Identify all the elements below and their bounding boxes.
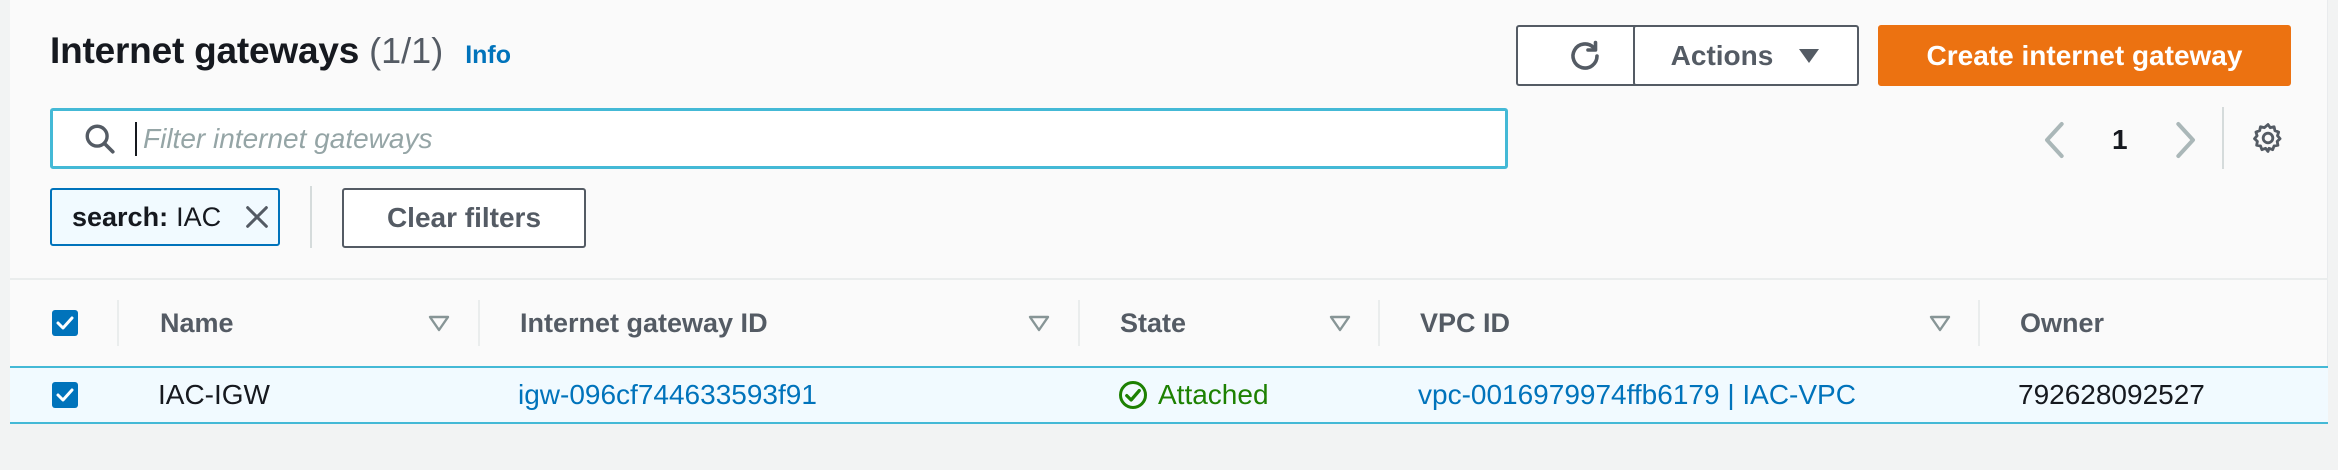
checkmark-icon [56, 316, 74, 330]
filter-search-box[interactable] [50, 108, 1508, 169]
column-divider[interactable] [478, 300, 480, 346]
cell-state: Attached [1118, 368, 1269, 422]
right-gutter [2327, 0, 2338, 470]
column-header-name[interactable]: Name [160, 280, 460, 366]
checkmark-icon [56, 388, 74, 402]
gear-icon[interactable] [2251, 121, 2285, 155]
chevron-left-icon[interactable] [2040, 120, 2070, 160]
page-title: Internet gateways [50, 30, 360, 71]
sort-caret-icon [1329, 315, 1351, 332]
refresh-icon [1571, 40, 1599, 70]
column-header-vpc-id[interactable]: VPC ID [1420, 280, 1980, 366]
column-label: Owner [2020, 307, 2105, 338]
column-divider[interactable] [1378, 300, 1380, 346]
table-row[interactable]: IAC-IGW igw-096cf744633593f91 Attached v… [10, 366, 2328, 424]
sort-caret-icon [1929, 315, 1951, 332]
cell-owner: 792628092527 [2018, 379, 2205, 410]
column-divider[interactable] [117, 300, 119, 346]
search-icon [85, 124, 115, 154]
internet-gateways-page: Internet gateways (1/1) Info Actions Cre… [0, 0, 2338, 470]
table-footer-area [10, 424, 2328, 470]
actions-label: Actions [1670, 39, 1774, 71]
close-icon[interactable] [243, 203, 271, 231]
select-all-checkbox[interactable] [52, 310, 78, 336]
cell-name: IAC-IGW [158, 379, 270, 410]
filter-token-value: IAC [176, 201, 222, 232]
column-label: State [1120, 307, 1187, 338]
column-header-state[interactable]: State [1120, 280, 1360, 366]
column-divider[interactable] [1978, 300, 1980, 346]
pagination: 1 [2040, 112, 2200, 167]
create-internet-gateway-button[interactable]: Create internet gateway [1878, 25, 2291, 86]
table-header: Name Internet gateway ID State VPC ID Ow [10, 280, 2328, 366]
row-checkbox[interactable] [52, 382, 78, 408]
status-success-icon [1119, 381, 1147, 409]
column-header-owner[interactable]: Owner [2020, 280, 2320, 366]
page-header: Internet gateways (1/1) Info [50, 30, 511, 72]
column-divider[interactable] [1078, 300, 1080, 346]
column-label: Name [160, 307, 234, 338]
state-text: Attached [1158, 379, 1269, 410]
info-link[interactable]: Info [465, 41, 511, 70]
pagination-divider [2222, 107, 2224, 169]
current-page-number[interactable]: 1 [2112, 124, 2128, 156]
filter-token-key: search: [72, 201, 169, 232]
clear-filters-button[interactable]: Clear filters [342, 188, 586, 248]
actions-dropdown[interactable]: Actions [1633, 25, 1859, 86]
cell-vpc-id-link[interactable]: vpc-0016979974ffb6179 | IAC-VPC [1418, 368, 1856, 422]
sort-caret-icon [1028, 315, 1050, 332]
sort-caret-icon [428, 315, 450, 332]
column-header-gateway-id[interactable]: Internet gateway ID [520, 280, 1080, 366]
item-count: (1/1) [369, 30, 444, 71]
column-label: Internet gateway ID [520, 307, 768, 338]
column-label: VPC ID [1420, 307, 1511, 338]
caret-down-icon [1799, 48, 1820, 63]
filter-divider [310, 186, 312, 248]
chevron-right-icon[interactable] [2170, 120, 2200, 160]
filter-token: search: IAC [50, 188, 280, 246]
search-input[interactable] [135, 121, 1445, 156]
cell-gateway-id-link[interactable]: igw-096cf744633593f91 [518, 368, 817, 422]
